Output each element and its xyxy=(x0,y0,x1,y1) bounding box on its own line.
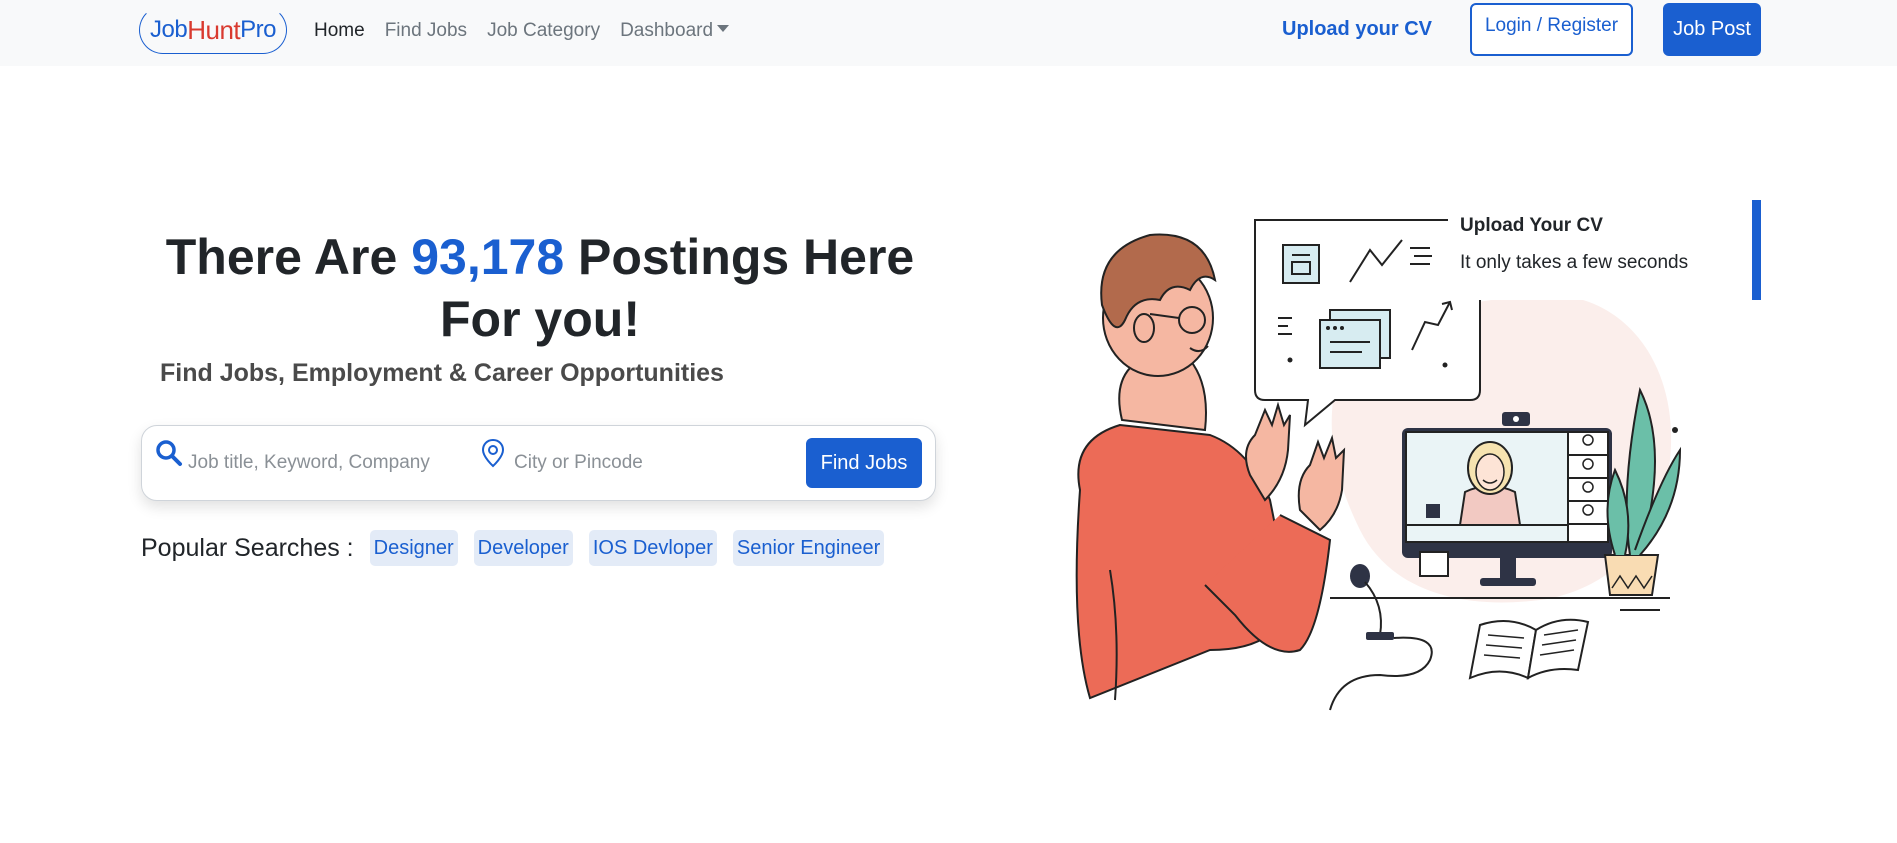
upload-card-title: Upload Your CV xyxy=(1460,215,1603,236)
popular-searches-label: Popular Searches : xyxy=(141,533,354,562)
login-register-button[interactable]: Login / Register xyxy=(1470,3,1633,56)
nav-links: Home Find Jobs Job Category Dashboard xyxy=(314,18,749,44)
posting-count: 93,178 xyxy=(411,229,565,285)
tag-designer[interactable]: Designer xyxy=(369,530,458,566)
hero-subtitle: Find Jobs, Employment & Career Opportuni… xyxy=(160,359,724,387)
hero-title: There Are 93,178 Postings Here For you! xyxy=(140,226,940,350)
caret-down-icon xyxy=(717,25,730,32)
find-jobs-button[interactable]: Find Jobs xyxy=(806,438,922,488)
upload-card-text: It only takes a few seconds xyxy=(1460,252,1689,273)
upload-cv-card[interactable]: Upload Your CV It only takes a few secon… xyxy=(1448,200,1761,300)
logo-part-job: Job xyxy=(150,16,188,43)
navbar: Job Hunt Pro Home Find Jobs Job Category D… xyxy=(0,0,1897,66)
tag-senior-engineer[interactable]: Senior Engineer xyxy=(732,530,885,566)
nav-home[interactable]: Home xyxy=(314,18,365,44)
tag-developer[interactable]: Developer xyxy=(473,530,573,566)
location-pin-icon xyxy=(481,438,505,468)
hero-title-prefix: There Are xyxy=(165,229,412,285)
speech-bubble-chart-icon xyxy=(1254,219,1481,428)
nav-job-category[interactable]: Job Category xyxy=(487,18,600,44)
nav-dashboard-label: Dashboard xyxy=(620,20,714,41)
upload-cv-link[interactable]: Upload your CV xyxy=(1282,18,1432,41)
logo[interactable]: Job Hunt Pro xyxy=(139,6,287,54)
upload-card-accent-bar xyxy=(1752,200,1761,300)
microphone-icon xyxy=(1329,564,1433,711)
logo-part-hunt: Hunt xyxy=(187,14,241,45)
nav-dashboard-dropdown[interactable]: Dashboard xyxy=(620,18,730,44)
job-post-button[interactable]: Job Post xyxy=(1663,3,1761,56)
popular-searches: Popular Searches : Designer Developer IO… xyxy=(141,530,900,566)
search-icon xyxy=(156,440,182,466)
city-input[interactable] xyxy=(514,448,774,478)
open-book-icon xyxy=(1468,618,1590,680)
logo-part-pro: Pro xyxy=(240,16,276,43)
nav-find-jobs[interactable]: Find Jobs xyxy=(385,18,467,44)
search-bar: Find Jobs xyxy=(141,425,936,501)
tag-ios-developer[interactable]: IOS Devloper xyxy=(588,530,717,566)
keyword-input[interactable] xyxy=(188,448,458,478)
